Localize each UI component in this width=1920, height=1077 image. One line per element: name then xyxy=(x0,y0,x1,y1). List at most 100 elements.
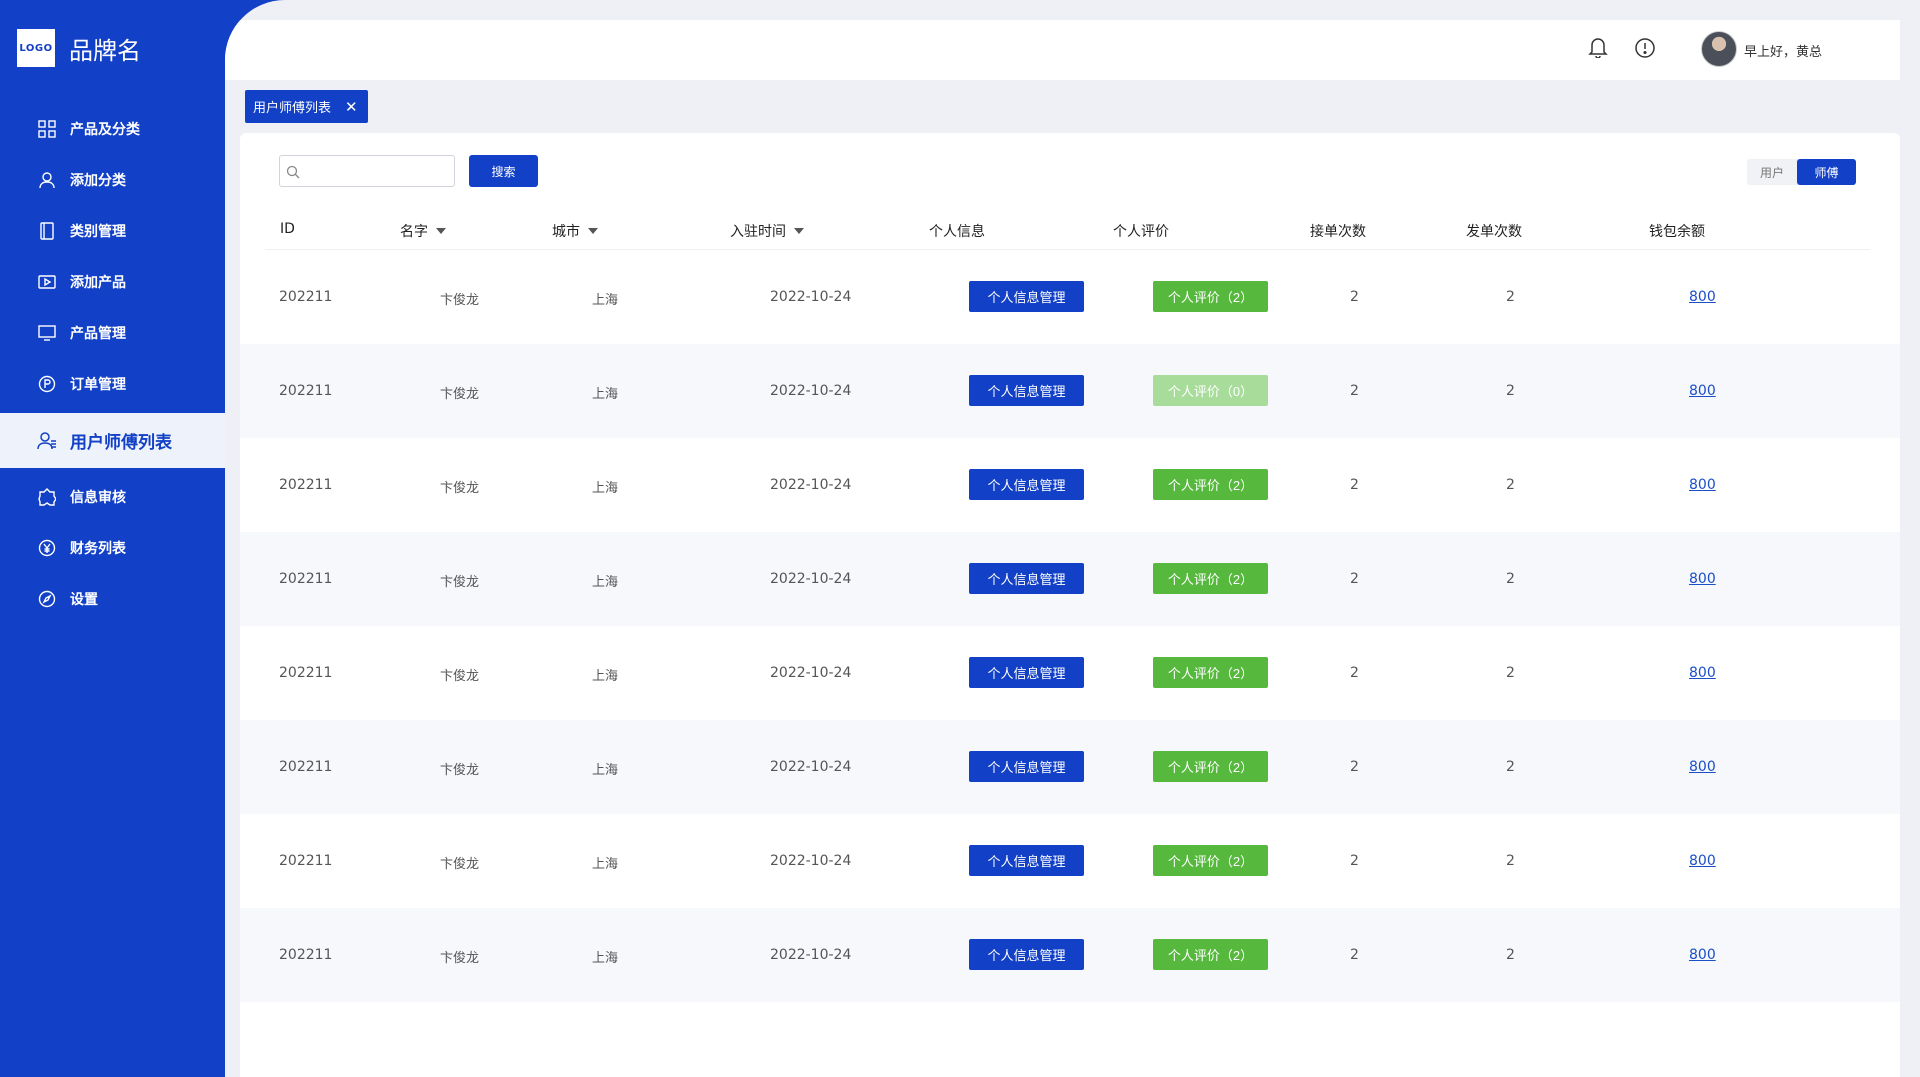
personal-review-button[interactable]: 个人评价（2） xyxy=(1153,563,1268,594)
personal-review-button[interactable]: 个人评价（2） xyxy=(1153,469,1268,500)
video-icon xyxy=(36,271,58,293)
sidebar-item-order-manage[interactable]: 订单管理 xyxy=(0,359,225,409)
sidebar-item-category-manage[interactable]: 类别管理 xyxy=(0,206,225,256)
content-card: 搜索 用户 师傅 ID 名字 城市 入驻时间 个人信息 个人评价 接单次数 发单… xyxy=(240,133,1900,1077)
sidebar-item-add-category[interactable]: 添加分类 xyxy=(0,155,225,205)
wallet-balance-link[interactable]: 800 xyxy=(1689,853,1716,869)
personal-review-button[interactable]: 个人评价（2） xyxy=(1153,657,1268,688)
personal-info-button[interactable]: 个人信息管理 xyxy=(969,657,1084,688)
cell-city: 上海 xyxy=(592,669,619,684)
col-personal-info: 个人信息 xyxy=(929,224,985,240)
cell-accept-count: 2 xyxy=(1350,571,1359,587)
personal-info-button[interactable]: 个人信息管理 xyxy=(969,281,1084,312)
toggle-master[interactable]: 师傅 xyxy=(1797,159,1856,185)
cell-send-count: 2 xyxy=(1506,383,1515,399)
cell-id: 202211 xyxy=(279,477,333,493)
search-input[interactable] xyxy=(279,155,455,187)
order-icon xyxy=(36,373,58,395)
personal-info-button[interactable]: 个人信息管理 xyxy=(969,845,1084,876)
wallet-balance-link[interactable]: 800 xyxy=(1689,759,1716,775)
wallet-balance-link[interactable]: 800 xyxy=(1689,477,1716,493)
app: LOGO 品牌名 产品及分类 添加分类 类别管理 添加产品 产品管理 订单管理 … xyxy=(0,0,1920,1077)
cell-send-count: 2 xyxy=(1506,947,1515,963)
cell-accept-count: 2 xyxy=(1350,853,1359,869)
table-row: 202211 卞俊龙 上海 2022-10-24 个人信息管理 个人评价（2） … xyxy=(240,532,1900,626)
sort-caret-icon[interactable] xyxy=(588,228,598,234)
col-send-count: 发单次数 xyxy=(1466,224,1522,240)
personal-info-button[interactable]: 个人信息管理 xyxy=(969,751,1084,782)
bell-icon[interactable] xyxy=(1588,36,1608,62)
table-row: 202211 卞俊龙 上海 2022-10-24 个人信息管理 个人评价（2） … xyxy=(240,908,1900,1002)
brand-name: 品牌名 xyxy=(69,36,141,65)
cell-send-count: 2 xyxy=(1506,853,1515,869)
tab-bar: 用户师傅列表 ✕ xyxy=(245,90,368,123)
wallet-balance-link[interactable]: 800 xyxy=(1689,289,1716,305)
cell-name: 卞俊龙 xyxy=(440,387,480,402)
compass-icon xyxy=(36,588,58,610)
sidebar-item-label: 设置 xyxy=(70,592,98,608)
col-id: ID xyxy=(280,221,295,237)
wallet-balance-link[interactable]: 800 xyxy=(1689,383,1716,399)
col-join-date[interactable]: 入驻时间 xyxy=(730,221,804,241)
col-city[interactable]: 城市 xyxy=(552,221,598,241)
personal-review-button[interactable]: 个人评价（0） xyxy=(1153,375,1268,406)
cell-send-count: 2 xyxy=(1506,571,1515,587)
cell-name: 卞俊龙 xyxy=(440,293,480,308)
personal-info-button[interactable]: 个人信息管理 xyxy=(969,939,1084,970)
cell-accept-count: 2 xyxy=(1350,947,1359,963)
cell-join-date: 2022-10-24 xyxy=(770,289,852,305)
close-icon[interactable]: ✕ xyxy=(345,98,358,116)
table-row: 202211 卞俊龙 上海 2022-10-24 个人信息管理 个人评价（0） … xyxy=(240,344,1900,438)
personal-review-button[interactable]: 个人评价（2） xyxy=(1153,751,1268,782)
sidebar-item-label: 产品管理 xyxy=(70,326,126,342)
yen-icon xyxy=(36,537,58,559)
sidebar-item-settings[interactable]: 设置 xyxy=(0,574,225,624)
user-icon xyxy=(36,169,58,191)
monitor-icon xyxy=(36,322,58,344)
info-icon[interactable] xyxy=(1634,37,1656,63)
sidebar-item-info-audit[interactable]: 信息审核 xyxy=(0,472,225,522)
sidebar-item-add-product[interactable]: 添加产品 xyxy=(0,257,225,307)
sidebar-item-user-master-list[interactable]: 用户师傅列表 xyxy=(0,413,225,468)
main-content: 早上好，黄总 用户师傅列表 ✕ 搜索 用户 师傅 ID 名字 城市 入驻时间 个… xyxy=(225,0,1920,1077)
sidebar-item-finance-list[interactable]: 财务列表 xyxy=(0,523,225,573)
table-body: 202211 卞俊龙 上海 2022-10-24 个人信息管理 个人评价（2） … xyxy=(240,250,1900,1002)
personal-info-button[interactable]: 个人信息管理 xyxy=(969,375,1084,406)
topbar: 早上好，黄总 xyxy=(225,20,1900,80)
cell-join-date: 2022-10-24 xyxy=(770,759,852,775)
wallet-balance-link[interactable]: 800 xyxy=(1689,947,1716,963)
table-row: 202211 卞俊龙 上海 2022-10-24 个人信息管理 个人评价（2） … xyxy=(240,720,1900,814)
tab-user-master-list[interactable]: 用户师傅列表 ✕ xyxy=(245,90,368,123)
cell-accept-count: 2 xyxy=(1350,759,1359,775)
cell-city: 上海 xyxy=(592,857,619,872)
search-button[interactable]: 搜索 xyxy=(469,155,538,187)
users-icon xyxy=(36,430,58,452)
sidebar-item-products-categories[interactable]: 产品及分类 xyxy=(0,104,225,154)
cell-id: 202211 xyxy=(279,853,333,869)
sort-caret-icon[interactable] xyxy=(436,228,446,234)
cell-id: 202211 xyxy=(279,289,333,305)
personal-info-button[interactable]: 个人信息管理 xyxy=(969,469,1084,500)
tab-label: 用户师傅列表 xyxy=(253,101,332,116)
sidebar-item-product-manage[interactable]: 产品管理 xyxy=(0,308,225,358)
personal-review-button[interactable]: 个人评价（2） xyxy=(1153,281,1268,312)
sidebar-item-label: 财务列表 xyxy=(70,541,126,557)
cell-city: 上海 xyxy=(592,951,619,966)
col-name[interactable]: 名字 xyxy=(400,221,446,241)
cell-accept-count: 2 xyxy=(1350,289,1359,305)
col-accept-count: 接单次数 xyxy=(1310,224,1366,240)
personal-info-button[interactable]: 个人信息管理 xyxy=(969,563,1084,594)
data-table: ID 名字 城市 入驻时间 个人信息 个人评价 接单次数 发单次数 钱包余额 2… xyxy=(240,208,1900,1002)
personal-review-button[interactable]: 个人评价（2） xyxy=(1153,939,1268,970)
table-row: 202211 卞俊龙 上海 2022-10-24 个人信息管理 个人评价（2） … xyxy=(240,626,1900,720)
wallet-balance-link[interactable]: 800 xyxy=(1689,665,1716,681)
toggle-user[interactable]: 用户 xyxy=(1747,159,1797,185)
col-personal-review: 个人评价 xyxy=(1113,224,1169,240)
wallet-balance-link[interactable]: 800 xyxy=(1689,571,1716,587)
table-header: ID 名字 城市 入驻时间 个人信息 个人评价 接单次数 发单次数 钱包余额 xyxy=(265,208,1870,250)
personal-review-button[interactable]: 个人评价（2） xyxy=(1153,845,1268,876)
sort-caret-icon[interactable] xyxy=(794,228,804,234)
avatar[interactable] xyxy=(1701,31,1737,67)
grid-icon xyxy=(36,118,58,140)
book-icon xyxy=(36,220,58,242)
